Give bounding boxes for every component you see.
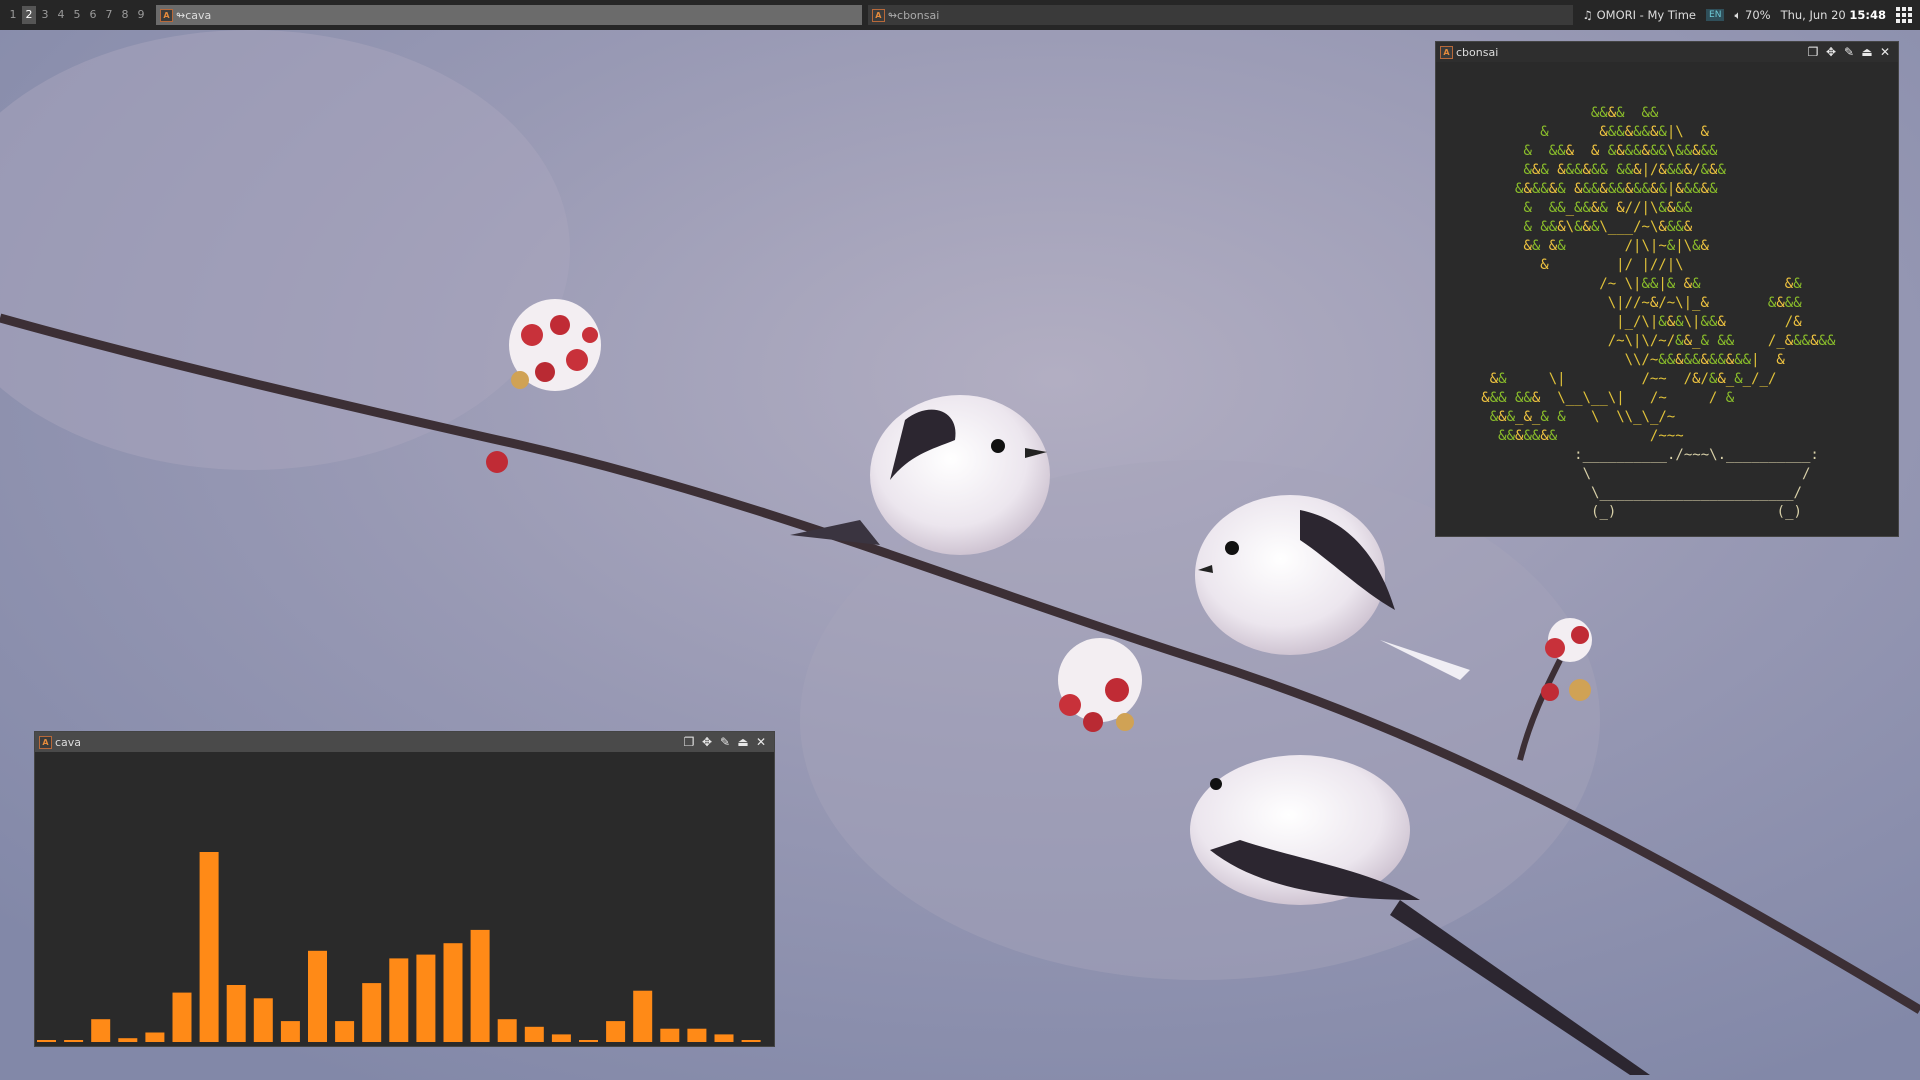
- terminal-app-icon: A: [1440, 45, 1453, 59]
- clock[interactable]: Thu, Jun 20 15:48: [1781, 8, 1886, 22]
- visualizer-bar: [470, 929, 490, 1042]
- window-controls: ❐ ✥ ✎ ⏏ ✕: [1804, 44, 1894, 60]
- taskbar-item-cbonsai[interactable]: A ↬ cbonsai: [867, 5, 1573, 25]
- visualizer-bar: [226, 985, 246, 1042]
- restore-icon[interactable]: ❐: [680, 734, 698, 750]
- visualizer-bar: [579, 1040, 598, 1042]
- visualizer-bar: [687, 1028, 707, 1042]
- workspace-1[interactable]: 1: [6, 6, 20, 24]
- visualizer-bar: [172, 992, 192, 1042]
- task-prefix-icon: ↬: [176, 8, 186, 22]
- window-controls: ❐ ✥ ✎ ⏏ ✕: [680, 734, 770, 750]
- workspace-5[interactable]: 5: [70, 6, 84, 24]
- pin-icon[interactable]: ✎: [1840, 44, 1858, 60]
- visualizer-bar: [280, 1021, 300, 1042]
- cava-window: A cava ❐ ✥ ✎ ⏏ ✕: [35, 732, 774, 1046]
- visualizer-bar: [551, 1034, 571, 1042]
- now-playing-title: OMORI - My Time: [1596, 8, 1697, 22]
- window-titlebar[interactable]: A cbonsai ❐ ✥ ✎ ⏏ ✕: [1436, 42, 1898, 62]
- visualizer-bar: [37, 1040, 56, 1042]
- bonsai-ascii-art: &&&& && & &&&&&&&&|\ & & &&& & &&&&&&&\&…: [1481, 105, 1836, 520]
- visualizer-bar: [741, 1040, 761, 1042]
- clock-date: Thu, Jun 20: [1780, 8, 1846, 22]
- visualizer-bar: [389, 958, 409, 1042]
- workspace-switcher: 1 2 3 4 5 6 7 8 9: [6, 6, 150, 24]
- keyboard-layout-indicator[interactable]: EN: [1706, 9, 1725, 21]
- visualizer-bar: [64, 1040, 84, 1042]
- terminal-app-icon: A: [160, 8, 173, 22]
- visualizer-bar: [714, 1034, 734, 1042]
- volume-level: 70%: [1745, 7, 1771, 22]
- visualizer-bar: [91, 1019, 111, 1042]
- speaker-icon: 🔈︎: [1734, 7, 1742, 22]
- visualizer-bar: [308, 950, 327, 1042]
- taskbar-item-cava[interactable]: A ↬ cava: [156, 5, 862, 25]
- audio-visualizer: [37, 852, 761, 1042]
- now-playing[interactable]: ♫ OMORI - My Time: [1583, 8, 1696, 22]
- visualizer-bar: [145, 1032, 165, 1042]
- app-grid-icon[interactable]: [1896, 7, 1912, 23]
- taskbar-item-label: cava: [185, 8, 212, 22]
- visualizer-bar: [524, 1026, 544, 1042]
- visualizer-bar: [199, 852, 219, 1042]
- workspace-9[interactable]: 9: [134, 6, 148, 24]
- workspace-7[interactable]: 7: [102, 6, 116, 24]
- maximize-icon[interactable]: ⏏: [734, 734, 752, 750]
- visualizer-bar: [606, 1021, 626, 1042]
- terminal-app-icon: A: [39, 735, 52, 749]
- visualizer-bar: [335, 1021, 355, 1042]
- workspace-6[interactable]: 6: [86, 6, 100, 24]
- visualizer-bar: [362, 983, 382, 1042]
- visualizer-bar: [253, 998, 273, 1042]
- task-prefix-icon: ↬: [887, 8, 898, 22]
- visualizer-bar: [118, 1038, 138, 1042]
- visualizer-bar: [497, 1019, 517, 1042]
- close-icon[interactable]: ✕: [1876, 44, 1894, 60]
- restore-icon[interactable]: ❐: [1804, 44, 1822, 60]
- visualizer-bar: [633, 990, 653, 1042]
- window-title: cava: [55, 735, 82, 749]
- clock-time: 15:48: [1849, 8, 1886, 22]
- pin-icon[interactable]: ✎: [716, 734, 734, 750]
- volume-control[interactable]: 🔈︎ 70%: [1734, 8, 1770, 23]
- visualizer-bar: [660, 1028, 680, 1042]
- cbonsai-window: A cbonsai ❐ ✥ ✎ ⏏ ✕ &&&& && & &&&&&&&&|\…: [1436, 42, 1898, 536]
- visualizer-bar: [443, 943, 463, 1042]
- system-tray: ♫ OMORI - My Time EN 🔈︎ 70% Thu, Jun 20 …: [1573, 0, 1920, 30]
- taskbar-item-label: cbonsai: [897, 8, 940, 22]
- maximize-icon[interactable]: ⏏: [1858, 44, 1876, 60]
- window-title: cbonsai: [1456, 45, 1499, 59]
- move-icon[interactable]: ✥: [698, 734, 716, 750]
- close-icon[interactable]: ✕: [752, 734, 770, 750]
- workspace-4[interactable]: 4: [54, 6, 68, 24]
- window-titlebar[interactable]: A cava ❐ ✥ ✎ ⏏ ✕: [35, 732, 774, 752]
- workspace-8[interactable]: 8: [118, 6, 132, 24]
- workspace-2[interactable]: 2: [22, 6, 36, 24]
- workspace-3[interactable]: 3: [38, 6, 52, 24]
- move-icon[interactable]: ✥: [1822, 44, 1840, 60]
- terminal-app-icon: A: [871, 8, 885, 22]
- music-note-icon: ♫: [1582, 8, 1593, 22]
- top-panel: 1 2 3 4 5 6 7 8 9 A ↬ cava A ↬ cbonsai ♫…: [0, 0, 1920, 30]
- visualizer-bar: [416, 954, 436, 1042]
